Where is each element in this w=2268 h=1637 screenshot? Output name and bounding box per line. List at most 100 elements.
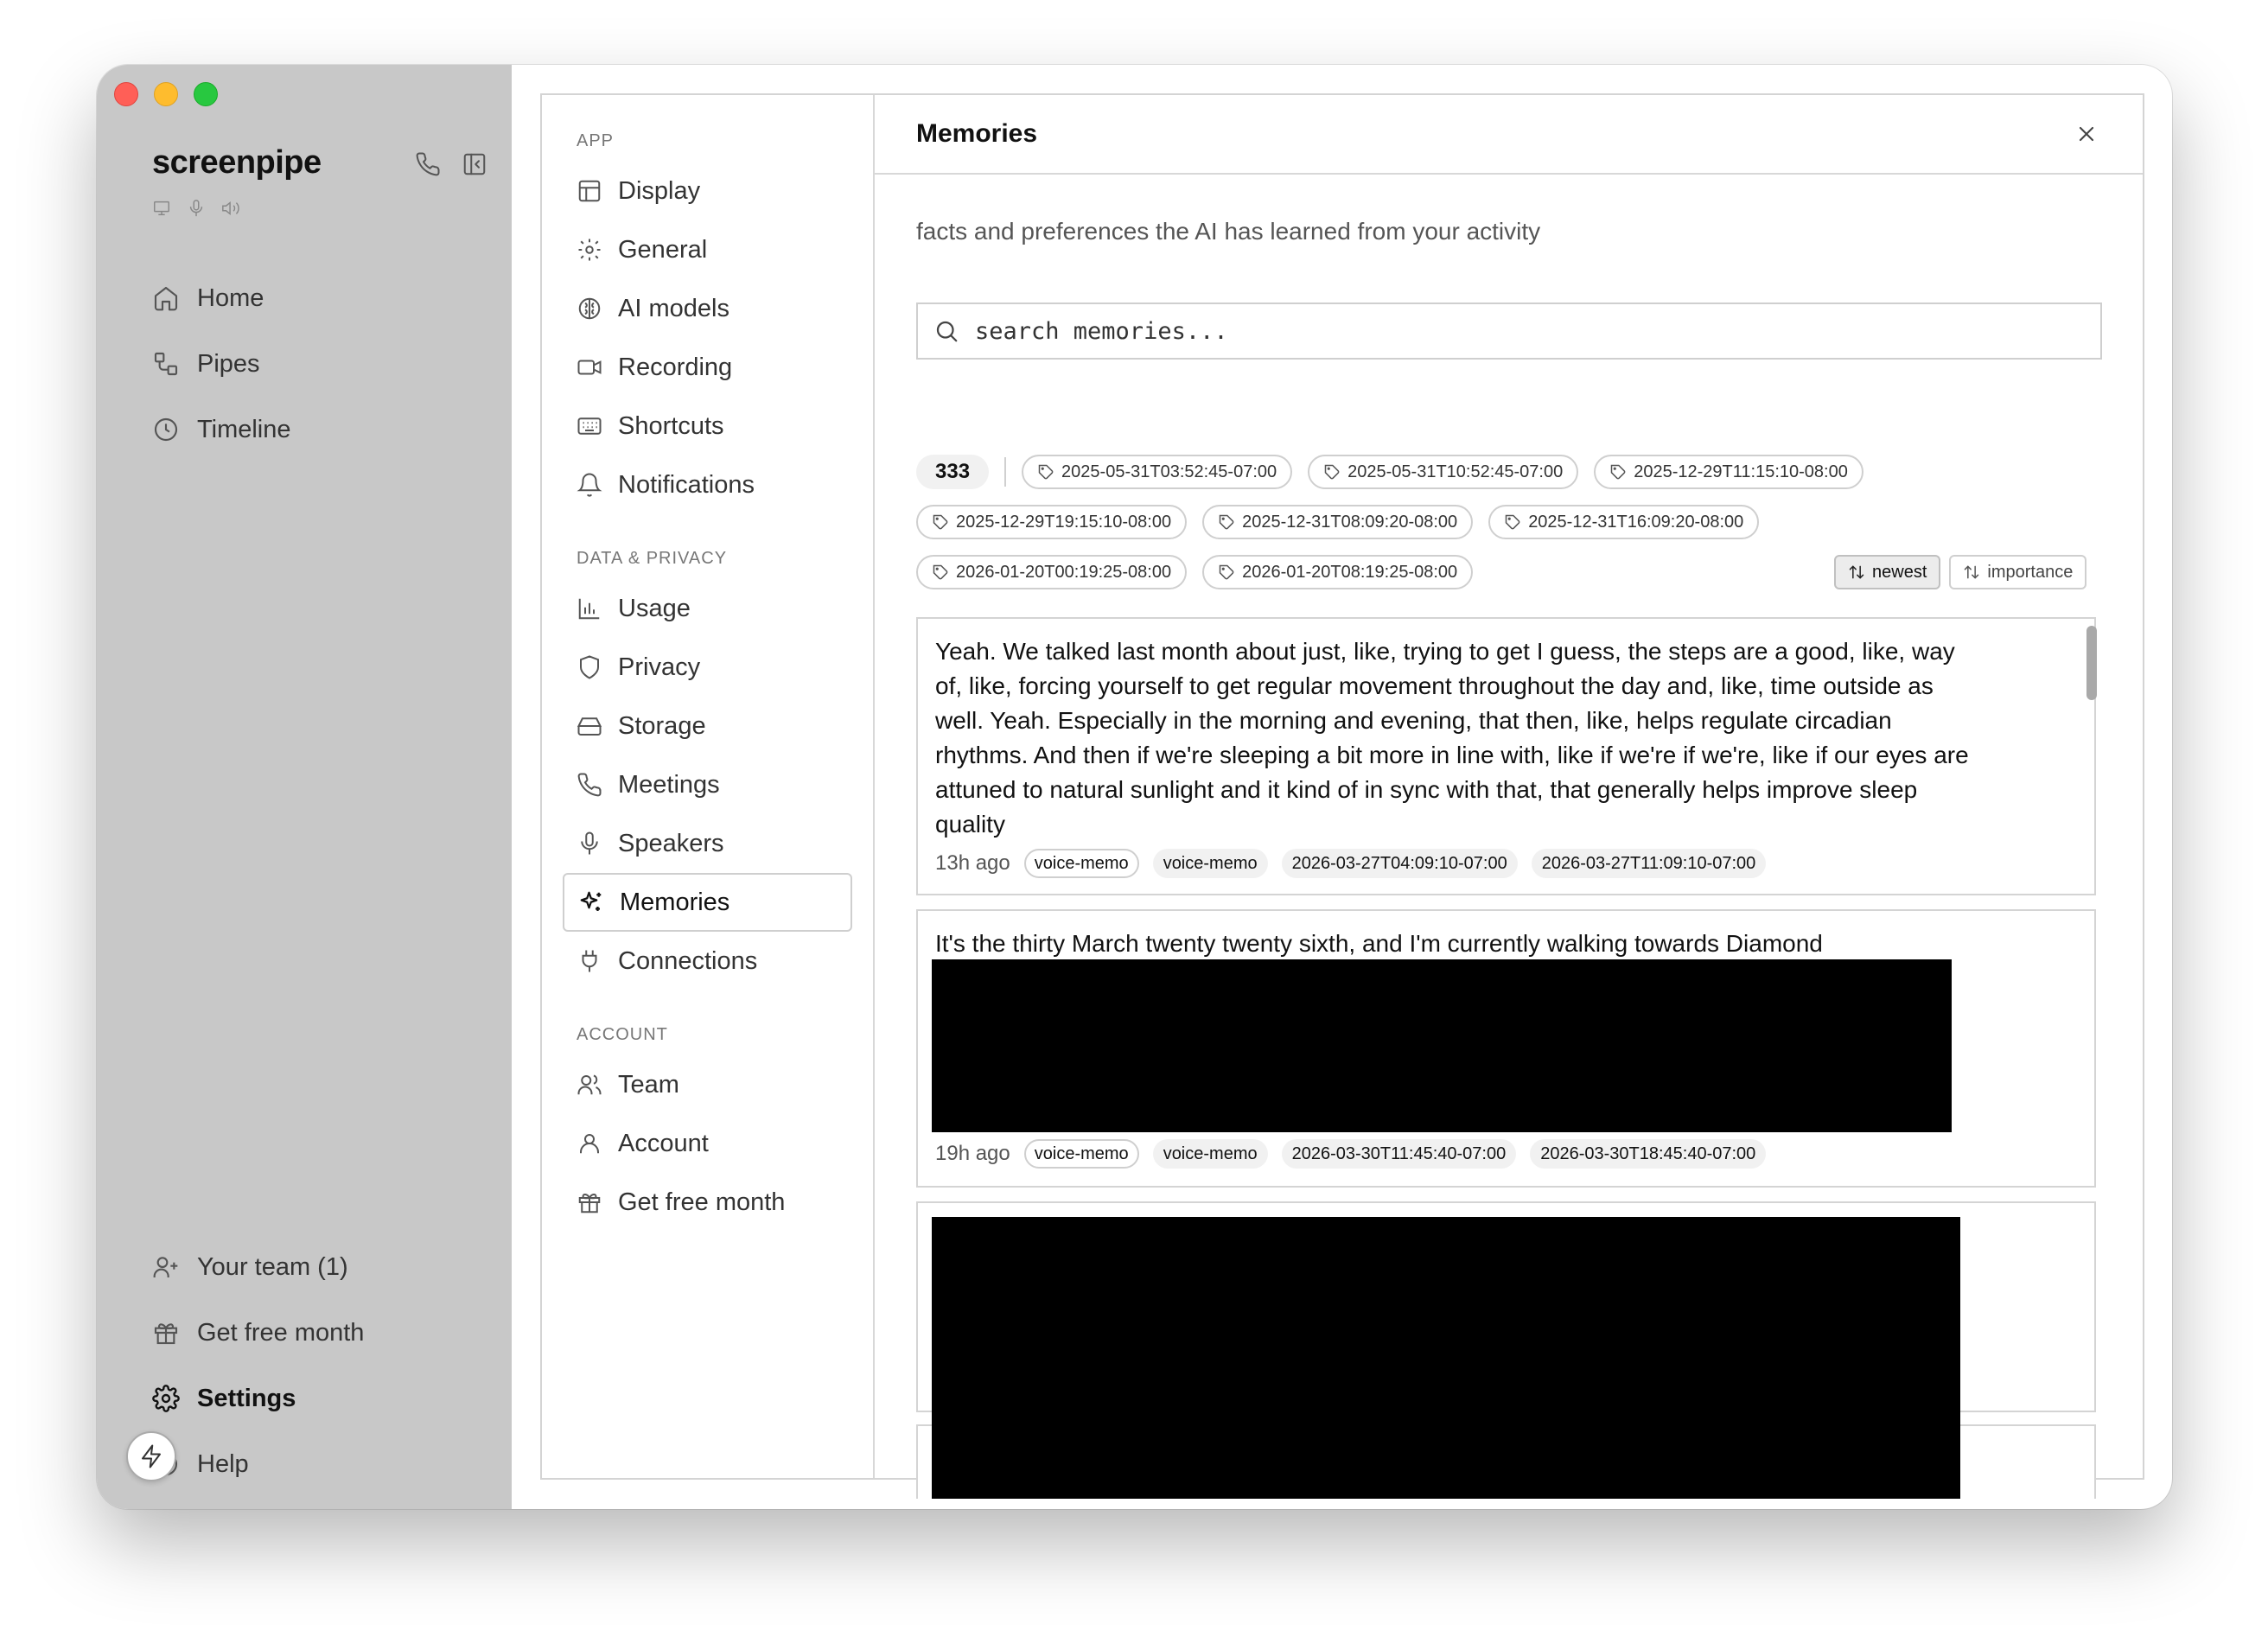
user-icon bbox=[580, 1134, 599, 1154]
tag-label: 2025-12-29T19:15:10-08:00 bbox=[956, 512, 1172, 532]
tag-filter[interactable]: 2025-12-31T08:09:20-08:00 bbox=[1202, 505, 1474, 539]
settings-nav: APP Display General AI models Recording bbox=[542, 95, 875, 1478]
brain-icon bbox=[578, 297, 601, 320]
sidebar-collapse-icon[interactable] bbox=[462, 151, 487, 182]
pipes-icon bbox=[154, 352, 178, 376]
home-icon bbox=[154, 286, 178, 311]
settings-item-ai-models[interactable]: AI models bbox=[563, 279, 852, 338]
app-window: screenpipe Home Pipes Timeline Your team… bbox=[97, 65, 2172, 1509]
sort-icon bbox=[1965, 565, 1979, 579]
settings-item-label: Team bbox=[618, 1070, 679, 1099]
tag-filter[interactable]: 2025-05-31T10:52:45-07:00 bbox=[1308, 455, 1579, 489]
window-controls bbox=[114, 82, 218, 106]
memory-card[interactable]: Yeah. We talked last month about just, l… bbox=[916, 617, 2096, 895]
settings-item-display[interactable]: Display bbox=[563, 162, 852, 220]
memory-text: Yeah. We talked last month about just, l… bbox=[935, 638, 1969, 838]
close-window-button[interactable] bbox=[114, 82, 138, 106]
tag-filter-row: 2025-12-29T19:15:10-08:00 2025-12-31T08:… bbox=[916, 505, 1760, 539]
settings-item-label: Get free month bbox=[618, 1188, 786, 1216]
gift-icon bbox=[578, 1194, 601, 1213]
memory-chip[interactable]: voice-memo bbox=[1152, 1139, 1268, 1169]
tag-label: 2025-05-31T03:52:45-07:00 bbox=[1061, 462, 1277, 481]
nav-timeline[interactable]: Timeline bbox=[152, 397, 291, 462]
nav-your-team[interactable]: Your team (1) bbox=[152, 1234, 364, 1300]
settings-item-connections[interactable]: Connections bbox=[563, 932, 852, 990]
tag-filter[interactable]: 2026-01-20T08:19:25-08:00 bbox=[1202, 555, 1474, 589]
memory-chip[interactable]: 2026-03-27T04:09:10-07:00 bbox=[1281, 849, 1518, 878]
settings-item-label: Memories bbox=[620, 888, 730, 916]
memory-meta: 19h ago voice-memo voice-memo 2026-03-30… bbox=[935, 1139, 1767, 1169]
settings-item-memories[interactable]: Memories bbox=[563, 873, 852, 932]
close-icon bbox=[2079, 126, 2094, 142]
phone-icon[interactable] bbox=[415, 151, 441, 182]
search-icon bbox=[936, 321, 958, 342]
settings-item-team[interactable]: Team bbox=[563, 1055, 852, 1114]
settings-item-label: Speakers bbox=[618, 829, 724, 857]
settings-item-label: Usage bbox=[618, 594, 691, 622]
settings-item-label: Display bbox=[618, 176, 701, 205]
tag-filter[interactable]: 2025-12-31T16:09:20-08:00 bbox=[1488, 505, 1760, 539]
settings-item-account[interactable]: Account bbox=[563, 1114, 852, 1173]
gear-icon bbox=[152, 1385, 180, 1412]
settings-item-shortcuts[interactable]: Shortcuts bbox=[563, 397, 852, 455]
nav-get-free-month[interactable]: Get free month bbox=[152, 1300, 364, 1366]
nav-help-label: Help bbox=[197, 1449, 249, 1478]
tag-filter[interactable]: 2025-12-29T11:15:10-08:00 bbox=[1594, 455, 1863, 489]
tag-filter[interactable]: 2026-01-20T00:19:25-08:00 bbox=[916, 555, 1188, 589]
nav-help[interactable]: Help bbox=[152, 1431, 364, 1497]
settings-item-speakers[interactable]: Speakers bbox=[563, 814, 852, 873]
memory-chip[interactable]: 2026-03-30T11:45:40-07:00 bbox=[1281, 1139, 1517, 1169]
microphone-icon bbox=[187, 199, 206, 222]
tag-label: 2026-01-20T00:19:25-08:00 bbox=[956, 562, 1172, 582]
settings-item-privacy[interactable]: Privacy bbox=[563, 638, 852, 697]
tag-icon bbox=[1324, 464, 1340, 480]
settings-item-label: Privacy bbox=[618, 653, 701, 681]
maximize-window-button[interactable] bbox=[194, 82, 218, 106]
nav-pipes[interactable]: Pipes bbox=[152, 331, 291, 397]
scrollbar-thumb[interactable] bbox=[2086, 626, 2097, 700]
search-box bbox=[916, 303, 2102, 360]
plug-icon bbox=[582, 950, 597, 972]
search-input[interactable] bbox=[975, 317, 2055, 345]
minimize-window-button[interactable] bbox=[154, 82, 178, 106]
settings-item-recording[interactable]: Recording bbox=[563, 338, 852, 397]
memory-chip[interactable]: voice-memo bbox=[1152, 849, 1268, 878]
memory-chip[interactable]: 2026-03-27T11:09:10-07:00 bbox=[1531, 849, 1767, 878]
users-icon bbox=[577, 1074, 602, 1095]
section-account-heading: ACCOUNT bbox=[577, 1025, 668, 1044]
tag-filter-row: 2026-01-20T00:19:25-08:00 2026-01-20T08:… bbox=[916, 555, 1474, 589]
memory-card[interactable]: It's the thirty March twenty twenty sixt… bbox=[916, 909, 2096, 1188]
tag-filter[interactable]: 2025-12-29T19:15:10-08:00 bbox=[916, 505, 1188, 539]
nav-home[interactable]: Home bbox=[152, 265, 291, 331]
nav-settings-label: Settings bbox=[197, 1384, 296, 1412]
memory-chip[interactable]: voice-memo bbox=[1023, 1139, 1139, 1169]
memories-list[interactable]: Yeah. We talked last month about just, l… bbox=[916, 617, 2102, 1499]
sort-importance-button[interactable]: importance bbox=[1949, 555, 2087, 589]
memory-chip[interactable]: 2026-03-30T18:45:40-07:00 bbox=[1530, 1139, 1767, 1169]
settings-item-storage[interactable]: Storage bbox=[563, 697, 852, 755]
page-subtitle: facts and preferences the AI has learned… bbox=[916, 218, 1541, 245]
sort-importance-label: importance bbox=[1987, 562, 2074, 582]
settings-item-get-free-month[interactable]: Get free month bbox=[563, 1173, 852, 1232]
hard-drive-icon bbox=[577, 717, 602, 736]
settings-item-notifications[interactable]: Notifications bbox=[563, 455, 852, 514]
sort-newest-button[interactable]: newest bbox=[1834, 555, 1941, 589]
tag-filter[interactable]: 2025-05-31T03:52:45-07:00 bbox=[1022, 455, 1293, 489]
quick-action-button[interactable] bbox=[126, 1431, 176, 1481]
settings-item-usage[interactable]: Usage bbox=[563, 579, 852, 638]
tag-icon bbox=[933, 564, 948, 580]
settings-panel: APP Display General AI models Recording bbox=[540, 93, 2144, 1499]
sidebar: screenpipe Home Pipes Timeline Your team… bbox=[97, 65, 512, 1509]
bell-icon bbox=[577, 473, 602, 497]
settings-item-meetings[interactable]: Meetings bbox=[563, 755, 852, 814]
close-button[interactable] bbox=[2072, 119, 2101, 149]
settings-item-general[interactable]: General bbox=[563, 220, 852, 279]
memory-chip[interactable]: voice-memo bbox=[1023, 849, 1139, 878]
user-plus-icon bbox=[153, 1257, 178, 1277]
nav-pipes-label: Pipes bbox=[197, 349, 260, 378]
keyboard-icon bbox=[577, 417, 602, 435]
settings-item-label: Account bbox=[618, 1129, 709, 1157]
tag-icon bbox=[933, 514, 948, 530]
nav-settings[interactable]: Settings bbox=[152, 1366, 364, 1431]
section-data-privacy-heading: DATA & PRIVACY bbox=[577, 549, 728, 568]
